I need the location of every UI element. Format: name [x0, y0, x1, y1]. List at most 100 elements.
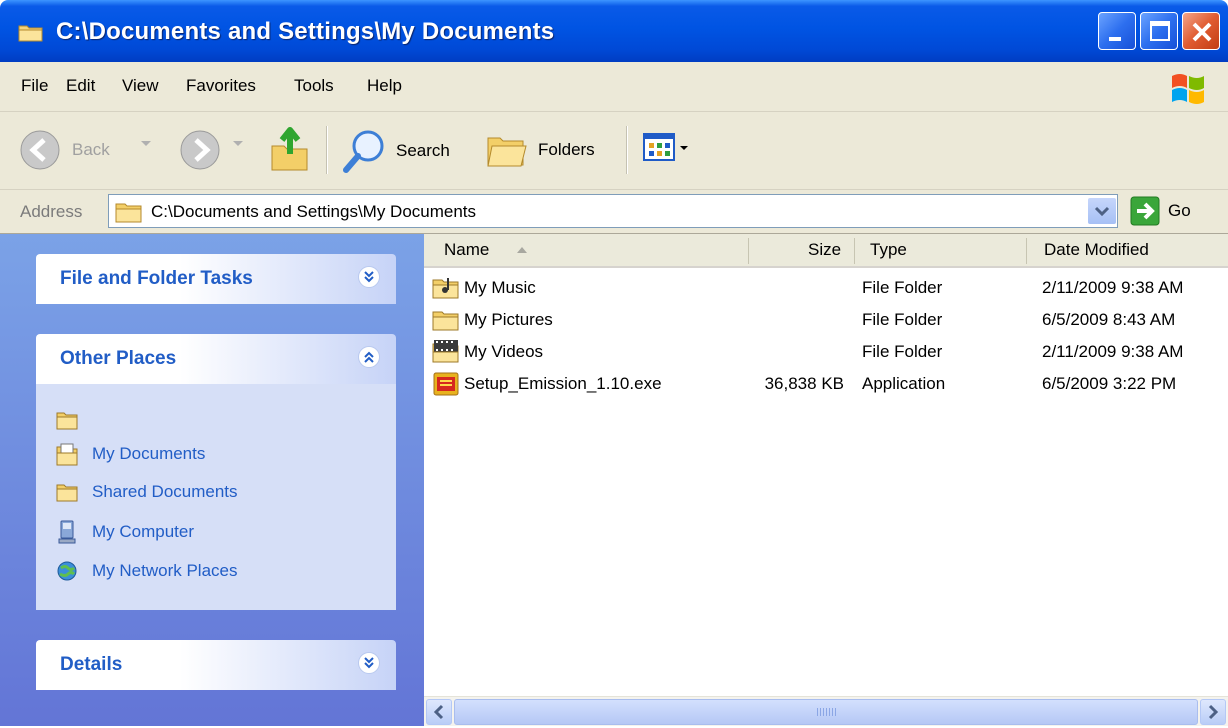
file-date-modified: 2/11/2009 9:38 AM — [1042, 278, 1184, 297]
folder-icon — [18, 25, 43, 42]
maximize-button[interactable] — [1140, 12, 1178, 50]
file-list: Name Size Type Date Modified My Music Fi… — [424, 234, 1228, 726]
back-icon — [20, 130, 60, 170]
column-separator[interactable] — [854, 238, 855, 264]
column-header-size[interactable]: Size — [808, 240, 841, 260]
column-header-name[interactable]: Name — [444, 240, 489, 260]
address-bar: Address C:\Documents and Settings\My Doc… — [0, 190, 1228, 234]
file-row[interactable]: My Videos File Folder 2/11/2009 9:38 AM — [424, 336, 1228, 368]
folder-icon — [115, 203, 142, 223]
place-label: My Network Places — [92, 561, 238, 580]
chevron-down-icon[interactable] — [232, 140, 244, 148]
up-folder-icon — [271, 127, 308, 171]
search-icon — [343, 130, 384, 173]
file-date-modified: 6/5/2009 3:22 PM — [1042, 374, 1177, 393]
panel-header[interactable]: File and Folder Tasks — [36, 254, 396, 304]
menu-tools[interactable]: Tools — [294, 76, 334, 96]
place-my-network-places[interactable]: My Network Places — [56, 560, 237, 582]
folder-icon — [432, 311, 459, 331]
chevron-double-down-icon — [364, 657, 374, 669]
views-icon — [643, 133, 688, 161]
menu-bar: File Edit View Favorites Tools Help — [0, 62, 1228, 112]
menu-file[interactable]: File — [21, 76, 48, 96]
back-label: Back — [72, 140, 110, 159]
file-row[interactable]: Setup_Emission_1.10.exe 36,838 KB Applic… — [424, 368, 1228, 400]
scroll-left-button[interactable] — [426, 699, 452, 725]
toolbar-separator — [326, 126, 327, 174]
task-pane: File and Folder Tasks Other Places My Do… — [0, 234, 424, 726]
address-dropdown-button[interactable] — [1088, 198, 1116, 224]
explorer-window: C:\Documents and Settings\My Documents F… — [0, 0, 1228, 726]
window-title: C:\Documents and Settings\My Documents — [56, 18, 555, 45]
place-shared-documents[interactable]: Shared Documents — [56, 482, 238, 502]
sort-ascending-icon — [517, 247, 527, 253]
folder-icon — [56, 484, 78, 502]
file-type: Application — [862, 374, 946, 393]
toolbar-separator — [626, 126, 627, 174]
folders-icon — [487, 137, 527, 167]
video-folder-icon — [432, 340, 459, 363]
title-bar[interactable]: C:\Documents and Settings\My Documents — [0, 0, 1228, 62]
chevron-down-icon[interactable] — [140, 140, 152, 148]
panel-header[interactable]: Other Places — [36, 334, 396, 384]
folders-button[interactable]: Folders — [484, 128, 595, 172]
menu-favorites[interactable]: Favorites — [186, 76, 256, 96]
back-button[interactable]: Back — [18, 128, 110, 172]
windows-logo-icon — [1172, 74, 1204, 104]
file-name: My Music — [464, 278, 536, 297]
column-header-type[interactable]: Type — [870, 240, 907, 260]
place-my-documents[interactable]: My Documents — [56, 442, 205, 466]
installer-icon — [433, 372, 459, 396]
go-arrow-icon — [1130, 196, 1160, 226]
address-value: C:\Documents and Settings\My Documents — [151, 202, 477, 221]
scrollbar-grip — [817, 708, 837, 716]
file-date-modified: 2/11/2009 9:38 AM — [1042, 342, 1184, 361]
place-my-computer[interactable]: My Computer — [56, 520, 194, 544]
file-folder-tasks-panel: File and Folder Tasks — [36, 254, 396, 304]
chevron-double-down-icon — [364, 271, 374, 283]
toolbar: Back Search Folders — [0, 112, 1228, 190]
file-row[interactable]: My Music File Folder 2/11/2009 9:38 AM — [424, 272, 1228, 304]
place-item[interactable] — [56, 410, 92, 430]
panel-title: Other Places — [60, 348, 177, 369]
column-header-date-modified[interactable]: Date Modified — [1044, 240, 1149, 260]
minimize-button[interactable] — [1098, 12, 1136, 50]
scroll-right-button[interactable] — [1200, 699, 1226, 725]
column-separator[interactable] — [1026, 238, 1027, 264]
my-documents-icon — [56, 443, 78, 466]
address-input[interactable]: C:\Documents and Settings\My Documents — [108, 194, 1118, 228]
expand-button[interactable] — [358, 266, 380, 288]
forward-button[interactable] — [178, 128, 222, 172]
views-button[interactable] — [642, 128, 692, 168]
panel-body: My Documents Shared Documents My Compute… — [36, 384, 396, 610]
chevron-down-icon — [1094, 206, 1110, 217]
maximize-icon — [1150, 21, 1170, 41]
menu-view[interactable]: View — [122, 76, 159, 96]
search-button[interactable]: Search — [340, 128, 450, 174]
go-label: Go — [1168, 201, 1191, 220]
expand-button[interactable] — [358, 652, 380, 674]
menu-edit[interactable]: Edit — [66, 76, 95, 96]
chevron-right-icon — [1208, 704, 1219, 720]
address-label: Address — [20, 202, 83, 221]
collapse-button[interactable] — [358, 346, 380, 368]
file-date-modified: 6/5/2009 8:43 AM — [1042, 310, 1176, 329]
folders-label: Folders — [538, 140, 595, 159]
file-name: My Pictures — [464, 310, 553, 329]
up-folder-button[interactable] — [268, 124, 312, 174]
chevron-left-icon — [433, 704, 444, 720]
file-type: File Folder — [862, 310, 943, 329]
panel-title: File and Folder Tasks — [60, 268, 253, 289]
go-button[interactable]: Go — [1130, 196, 1191, 226]
horizontal-scrollbar[interactable] — [424, 696, 1228, 726]
scrollbar-thumb[interactable] — [454, 699, 1198, 725]
search-label: Search — [396, 141, 450, 160]
menu-help[interactable]: Help — [367, 76, 402, 96]
file-name: Setup_Emission_1.10.exe — [464, 374, 662, 393]
column-header-row: Name Size Type Date Modified — [424, 234, 1228, 268]
panel-header[interactable]: Details — [36, 640, 396, 690]
close-button[interactable] — [1182, 12, 1220, 50]
column-separator[interactable] — [748, 238, 749, 264]
file-row[interactable]: My Pictures File Folder 6/5/2009 8:43 AM — [424, 304, 1228, 336]
place-label: My Computer — [92, 522, 195, 541]
